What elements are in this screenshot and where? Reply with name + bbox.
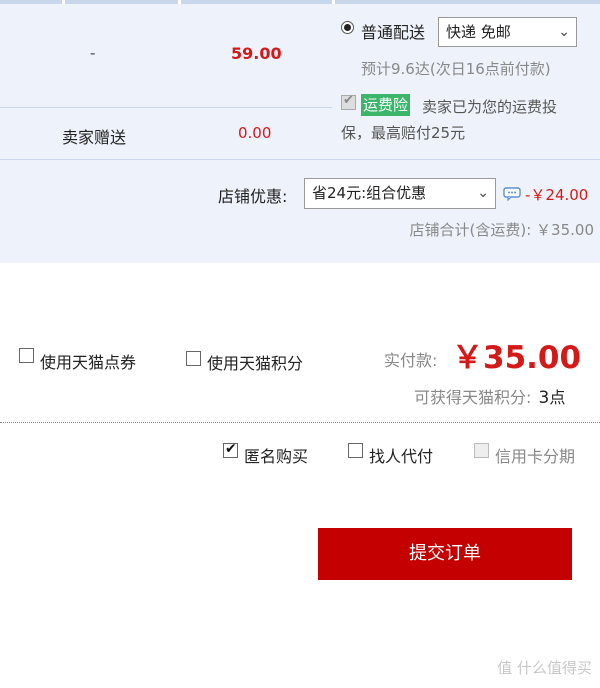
installment-checkbox (474, 443, 489, 458)
earn-points-label: 可获得天猫积分: (414, 388, 532, 407)
store-discount-amount: -￥24.00 (525, 186, 589, 204)
top-border-gap (178, 0, 181, 4)
shipping-method-select[interactable]: 快递 免邮 ⌄ (438, 17, 577, 47)
insurance-text-line2: 保，最高赔付25元 (341, 124, 466, 142)
row2-label: 卖家赠送 (62, 128, 127, 147)
top-border-gap (332, 0, 335, 4)
points-label[interactable]: 使用天猫积分 (207, 350, 303, 374)
shipping-radio[interactable] (341, 21, 354, 34)
insurance-checkbox (341, 93, 356, 110)
chevron-down-icon: ⌄ (558, 24, 570, 40)
coupon-checkbox[interactable] (19, 348, 34, 363)
store-discount-select[interactable]: 省24元:组合优惠 ⌄ (304, 178, 496, 209)
earn-points-unit: 点 (549, 388, 566, 407)
anonymous-checkbox[interactable] (223, 441, 238, 458)
store-discount-value: 省24元:组合优惠 (312, 184, 427, 202)
coupon-label[interactable]: 使用天猫点券 (40, 349, 136, 373)
proxy-pay-checkbox[interactable] (348, 443, 363, 458)
installment-label: 信用卡分期 (495, 447, 576, 466)
store-subtotal: 店铺合计(含运费): ￥35.00 (409, 221, 594, 239)
shipping-option-label[interactable]: 普通配送 (361, 19, 425, 43)
insurance-tag: 运费险 (361, 94, 411, 116)
row1-dash: - (90, 44, 96, 62)
top-border (0, 0, 600, 4)
row2-amount: 0.00 (238, 124, 272, 142)
row1-price: 59.00 (231, 44, 282, 63)
earn-points-value: 3 (538, 388, 550, 408)
actual-pay-label: 实付款: (384, 351, 438, 370)
insurance-text-line1: 卖家已为您的运费投 (422, 98, 558, 116)
top-border-gap (62, 0, 65, 4)
store-summary (0, 160, 600, 263)
watermark: 值 什么值得买 (497, 659, 592, 677)
anonymous-label[interactable]: 匿名购买 (244, 443, 308, 467)
actual-pay-amount: ￥35.00 (452, 340, 582, 376)
chevron-down-icon: ⌄ (477, 185, 489, 201)
earn-points-row: 可获得天猫积分: 3点 (414, 384, 565, 408)
submit-order-button[interactable]: 提交订单 (318, 528, 572, 580)
comment-icon[interactable] (503, 186, 521, 202)
shipping-estimate: 预计9.6达(次日16点前付款) (361, 60, 551, 78)
store-discount-label: 店铺优惠: (218, 187, 288, 206)
row-divider (0, 107, 332, 108)
dotted-divider (0, 422, 600, 423)
points-checkbox[interactable] (186, 351, 201, 366)
proxy-pay-label[interactable]: 找人代付 (369, 443, 433, 467)
shipping-method-value: 快递 免邮 (446, 23, 511, 41)
